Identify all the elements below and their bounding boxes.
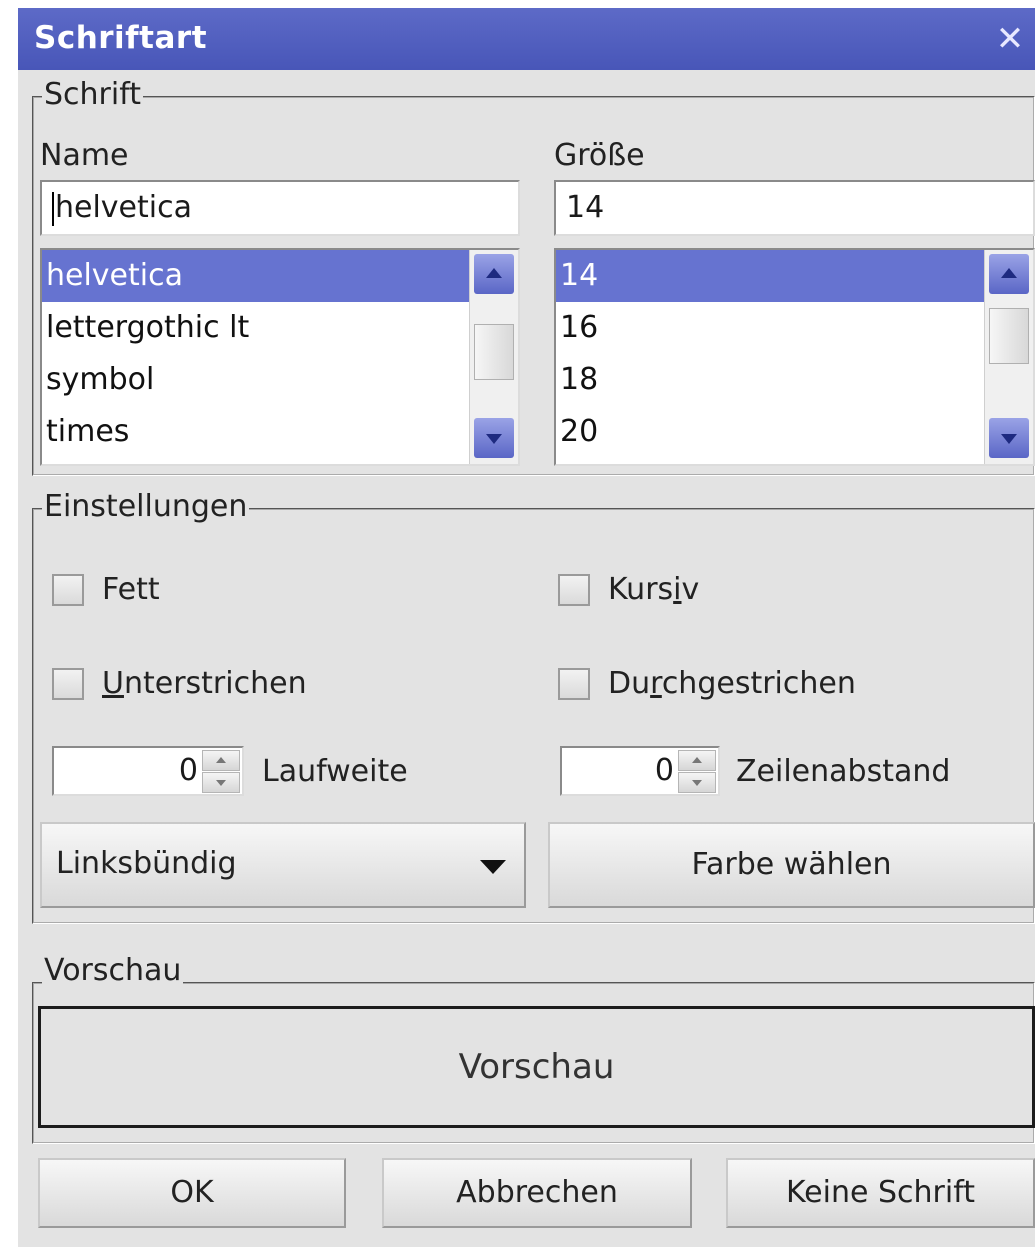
font-name-label: Name	[40, 138, 129, 173]
underline-checkbox[interactable]	[52, 668, 84, 700]
ok-label: OK	[170, 1175, 214, 1210]
arrow-down-icon	[216, 780, 226, 786]
line-spacing-spinbox[interactable]: 0	[560, 746, 720, 796]
arrow-down-icon	[1001, 434, 1017, 444]
preview-group-legend: Vorschau	[42, 953, 184, 988]
line-spacing-down-button[interactable]	[678, 772, 716, 793]
dialog-title: Schriftart	[34, 20, 208, 56]
font-list-item-symbol[interactable]: symbol	[42, 354, 470, 406]
alignment-selected: Linksbündig	[56, 846, 237, 881]
font-dialog: Schriftart ✕ Schrift Name helvetica helv…	[18, 8, 1035, 1247]
arrow-up-icon	[486, 268, 502, 278]
cancel-button[interactable]: Abbrechen	[382, 1158, 692, 1228]
spacing-down-button[interactable]	[202, 772, 240, 793]
spacing-spinbox[interactable]: 0	[52, 746, 244, 796]
chevron-down-icon	[480, 860, 506, 874]
spacing-value: 0	[178, 753, 198, 788]
scroll-up-button[interactable]	[989, 254, 1029, 294]
title-bar[interactable]: Schriftart ✕	[18, 8, 1035, 70]
scroll-down-button[interactable]	[474, 418, 514, 458]
ok-button[interactable]: OK	[38, 1158, 346, 1228]
bold-checkbox[interactable]	[52, 574, 84, 606]
size-list-item-16[interactable]: 16	[556, 302, 985, 354]
italic-label[interactable]: Kursiv	[608, 572, 699, 607]
scroll-down-button[interactable]	[989, 418, 1029, 458]
font-list-item-helvetica[interactable]: helvetica	[42, 250, 470, 302]
font-list-item-lettergothic[interactable]: lettergothic lt	[42, 302, 470, 354]
size-list-item-14[interactable]: 14	[556, 250, 985, 302]
line-spacing-value: 0	[654, 753, 674, 788]
font-size-value: 14	[566, 190, 605, 225]
size-list-item-18[interactable]: 18	[556, 354, 985, 406]
strikethrough-label-end: chgestrichen	[661, 666, 856, 701]
line-spacing-up-button[interactable]	[678, 750, 716, 771]
font-name-value: helvetica	[55, 190, 192, 225]
italic-label-end: v	[681, 572, 700, 607]
spacing-up-button[interactable]	[202, 750, 240, 771]
underline-label[interactable]: Unterstrichen	[102, 666, 307, 701]
arrow-up-icon	[692, 757, 702, 763]
no-font-button[interactable]: Keine Schrift	[726, 1158, 1035, 1228]
italic-mnemonic: i	[673, 572, 682, 607]
spacing-label: Laufweite	[262, 754, 408, 789]
underline-mnemonic: U	[102, 666, 124, 701]
size-list-item-20[interactable]: 20	[556, 406, 985, 458]
strikethrough-checkbox[interactable]	[558, 668, 590, 700]
line-spacing-label: Zeilenabstand	[736, 754, 951, 789]
choose-color-button[interactable]: Farbe wählen	[548, 822, 1035, 908]
font-size-list[interactable]: 14 16 18 20	[554, 248, 1035, 466]
text-caret	[52, 191, 54, 226]
font-size-input[interactable]: 14	[554, 180, 1035, 236]
strikethrough-label[interactable]: Durchgestrichen	[608, 666, 856, 701]
scroll-thumb[interactable]	[989, 308, 1029, 364]
size-list-scrollbar[interactable]	[984, 250, 1033, 464]
no-font-label: Keine Schrift	[786, 1175, 975, 1210]
arrow-up-icon	[1001, 268, 1017, 278]
cancel-label: Abbrechen	[456, 1175, 618, 1210]
bold-label[interactable]: Fett	[102, 572, 160, 607]
strikethrough-label-start: Du	[608, 666, 651, 701]
scroll-up-button[interactable]	[474, 254, 514, 294]
font-name-list[interactable]: helvetica lettergothic lt symbol times	[40, 248, 520, 466]
choose-color-label: Farbe wählen	[691, 847, 892, 882]
arrow-down-icon	[692, 780, 702, 786]
italic-checkbox[interactable]	[558, 574, 590, 606]
underline-label-end: nterstrichen	[123, 666, 307, 701]
settings-group-legend: Einstellungen	[42, 489, 250, 524]
scroll-thumb[interactable]	[474, 324, 514, 380]
arrow-up-icon	[216, 757, 226, 763]
font-list-item-times[interactable]: times	[42, 406, 470, 458]
italic-label-start: Kurs	[608, 572, 674, 607]
font-list-scrollbar[interactable]	[469, 250, 518, 464]
preview-box: Vorschau	[38, 1006, 1035, 1128]
font-size-label: Größe	[554, 138, 645, 173]
font-name-input[interactable]: helvetica	[40, 180, 520, 236]
preview-sample-text: Vorschau	[458, 1047, 615, 1087]
close-icon[interactable]: ✕	[993, 22, 1027, 56]
alignment-dropdown[interactable]: Linksbündig	[40, 822, 526, 908]
font-group-legend: Schrift	[42, 77, 144, 112]
arrow-down-icon	[486, 434, 502, 444]
strikethrough-mnemonic: r	[650, 666, 662, 701]
